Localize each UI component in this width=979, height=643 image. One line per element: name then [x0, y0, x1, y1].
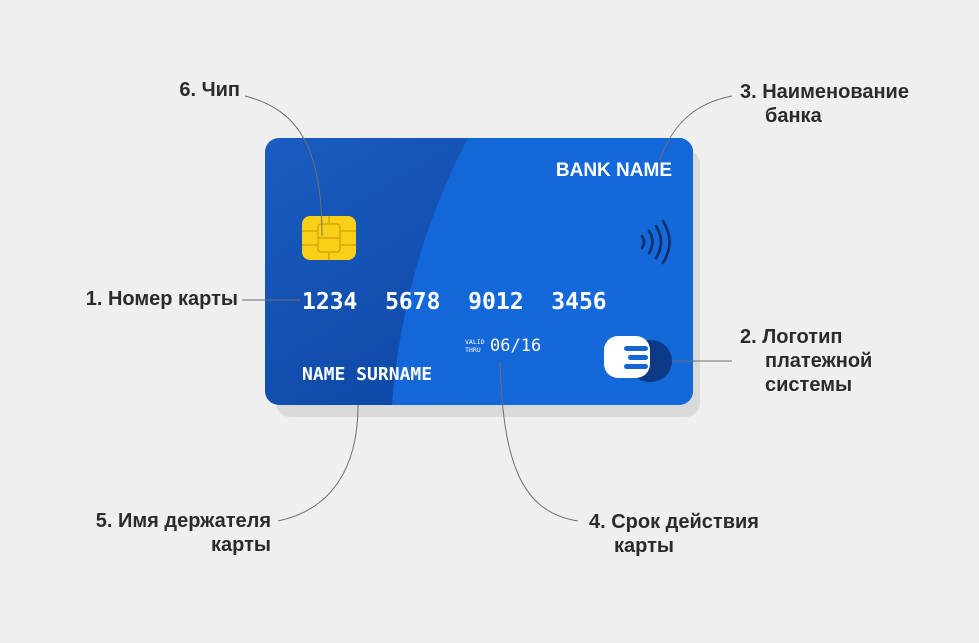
label-logo-line3: системы — [765, 374, 853, 396]
label-chip-text: 6. Чип — [179, 79, 240, 101]
label-expiry-line1: 4. Срок действия — [589, 511, 759, 533]
label-logo-line2: платежной — [765, 350, 873, 372]
holder-callout-line — [277, 404, 359, 522]
label-bank-line2: банка — [765, 105, 822, 127]
label-bank-name: 3. Наименование банка — [740, 80, 909, 128]
label-payment-logo: 2. Логотип платежной системы — [740, 325, 872, 397]
bank-name: BANK NAME — [556, 160, 672, 181]
cardholder-name: NAME SURNAME — [302, 364, 432, 385]
label-cardholder: 5. Имя держателя карты — [40, 509, 271, 557]
card-diagram: BANK NAME 1234 5678 9012 3456 VALID THRU… — [0, 0, 979, 638]
label-expiry: 4. Срок действия карты — [589, 510, 759, 558]
label-card-number: 1. Номер карты — [40, 287, 238, 311]
expiry-date: 06/16 — [490, 336, 541, 356]
chip-icon — [302, 216, 356, 260]
label-card-number-text: 1. Номер карты — [85, 288, 238, 310]
valid-thru-label-line1: VALID — [465, 338, 485, 346]
label-cardholder-line2: карты — [211, 534, 271, 556]
label-expiry-line2: карты — [614, 535, 674, 557]
label-chip: 6. Чип — [150, 78, 240, 102]
label-bank-line1: 3. Наименование — [740, 81, 909, 103]
label-logo-line1: 2. Логотип — [740, 326, 843, 348]
label-cardholder-line1: 5. Имя держателя — [95, 510, 271, 532]
valid-thru-label-line2: THRU — [465, 346, 481, 354]
card-number: 1234 5678 9012 3456 — [302, 289, 607, 315]
